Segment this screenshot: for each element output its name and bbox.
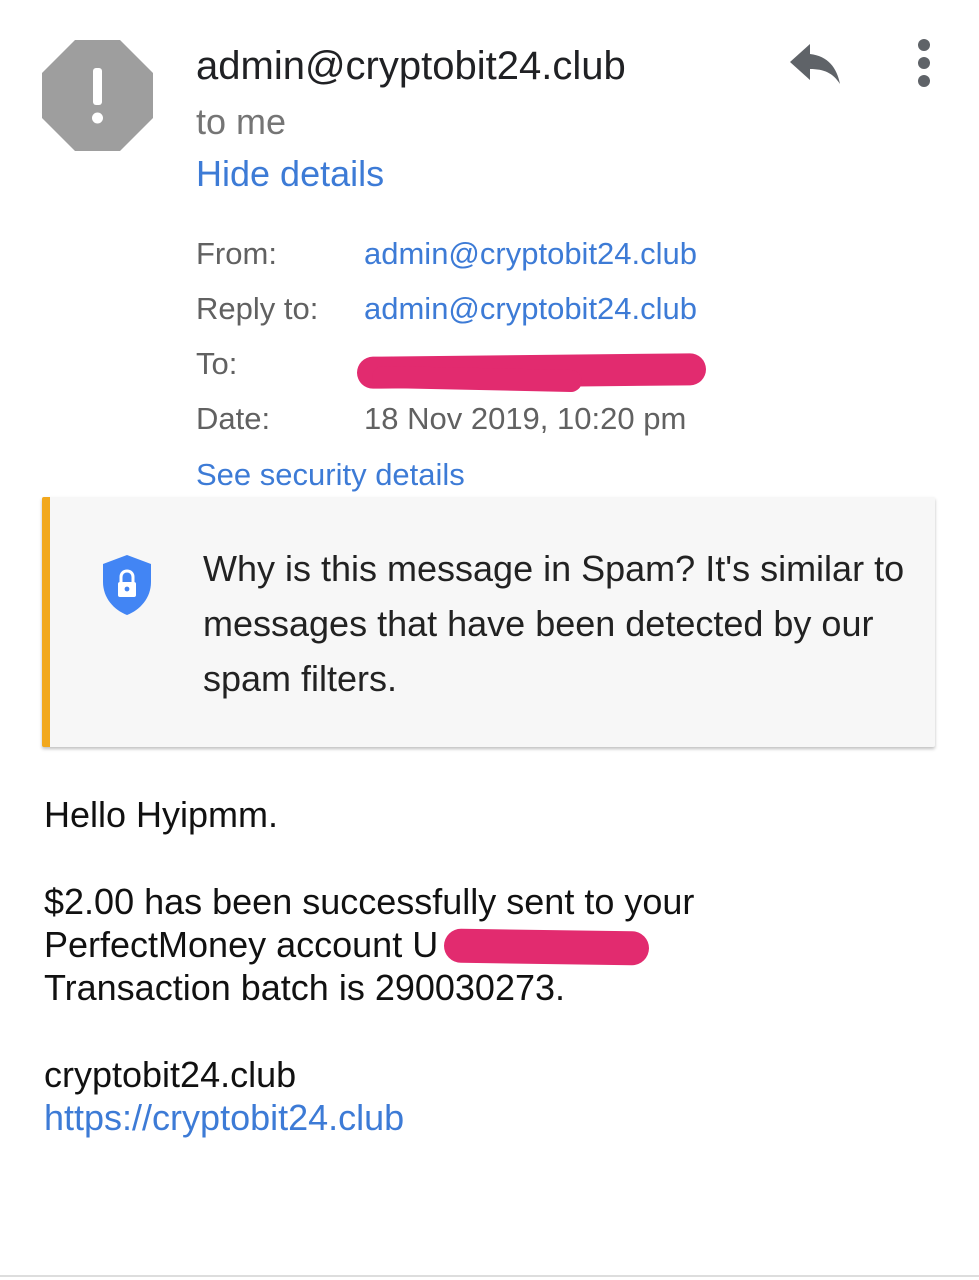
more-options-button[interactable] xyxy=(904,36,944,92)
from-label: From: xyxy=(196,236,277,271)
bottom-divider xyxy=(0,1275,979,1277)
recipient-summary: to me xyxy=(196,101,287,142)
reply-icon xyxy=(790,44,840,84)
message-greeting: Hello Hyipmm. xyxy=(44,794,279,835)
message-line-sent: $2.00 has been successfully sent to your xyxy=(44,881,695,922)
spam-explanation-text: Why is this message in Spam? It's simila… xyxy=(203,548,905,699)
more-vert-icon xyxy=(918,39,930,87)
message-line-batch: Transaction batch is 290030273. xyxy=(44,967,566,1008)
reply-button[interactable] xyxy=(788,38,844,90)
shield-lock-icon xyxy=(102,554,152,616)
spam-warning-banner: Why is this message in Spam? It's simila… xyxy=(42,497,935,747)
message-line-account: PerfectMoney account U xyxy=(44,924,439,965)
to-label: To: xyxy=(196,346,238,381)
reply-to-label: Reply to: xyxy=(196,291,319,326)
message-signature: cryptobit24.club xyxy=(44,1054,297,1095)
hide-details-link[interactable]: Hide details xyxy=(196,151,384,197)
message-website-link[interactable]: https://cryptobit24.club xyxy=(44,1096,404,1140)
sender-address: admin@cryptobit24.club xyxy=(196,44,626,88)
sender-avatar[interactable] xyxy=(42,40,153,151)
reply-to-address-link[interactable]: admin@cryptobit24.club xyxy=(364,287,697,331)
from-address-link[interactable]: admin@cryptobit24.club xyxy=(364,232,697,276)
spam-warning-icon xyxy=(42,40,153,151)
date-label: Date: xyxy=(196,401,271,436)
date-value: 18 Nov 2019, 10:20 pm xyxy=(364,401,687,436)
see-security-details-link[interactable]: See security details xyxy=(196,453,465,497)
redacted-recipient-mark-tail xyxy=(371,365,583,393)
redacted-account-mark xyxy=(443,928,650,966)
